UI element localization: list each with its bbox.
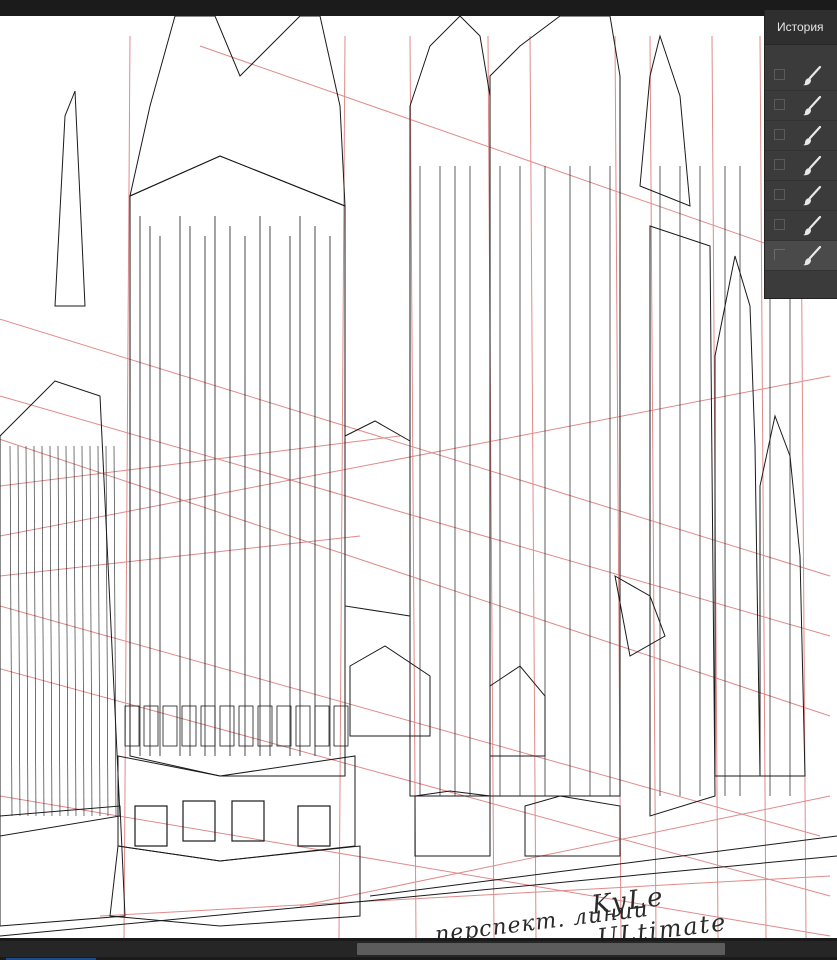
central-tower-spires — [129, 16, 346, 207]
perspective-guide-line — [0, 435, 401, 487]
statue-niche — [143, 705, 159, 747]
left-base — [0, 805, 126, 927]
relief-panel — [134, 805, 168, 847]
horizontal-scrollbar[interactable] — [0, 941, 837, 957]
history-list — [765, 61, 837, 271]
distant-spire — [759, 414, 806, 777]
perspective-guide-line — [199, 45, 831, 267]
brush-icon — [803, 215, 822, 236]
history-item[interactable] — [765, 151, 837, 181]
perspective-guide-line — [649, 35, 657, 938]
history-snapshot-checkbox[interactable] — [774, 99, 785, 110]
brush-icon — [803, 185, 822, 206]
tall-pinnacle — [639, 34, 691, 207]
statue-niche — [276, 705, 292, 747]
history-snapshot-checkbox[interactable] — [774, 129, 785, 140]
perspective-guide-line — [123, 35, 131, 938]
history-panel: История — [764, 10, 837, 299]
left-building-line — [17, 445, 21, 817]
history-snapshot-checkbox[interactable] — [774, 189, 785, 200]
perspective-guide-line — [0, 375, 831, 537]
bottom-status-bar — [0, 938, 837, 960]
statue-niche — [238, 705, 254, 747]
statue-niche — [124, 705, 140, 747]
left-building-line — [33, 445, 37, 817]
brush-icon — [803, 155, 822, 176]
statue-niche — [314, 705, 330, 747]
left-building-line — [9, 445, 13, 817]
brush-icon — [803, 95, 822, 116]
history-snapshot-checkbox[interactable] — [774, 69, 785, 80]
history-item[interactable] — [765, 91, 837, 121]
perspective-guide-line — [0, 318, 831, 577]
history-item[interactable] — [765, 61, 837, 91]
left-building-line — [49, 445, 53, 817]
perspective-guide-line — [0, 438, 831, 717]
history-item[interactable] — [765, 121, 837, 151]
drawing-canvas[interactable]: ...перспект. линии KyLe ULtimate — [0, 16, 837, 938]
right-buttress-block — [489, 16, 621, 797]
left-building-line — [97, 445, 101, 817]
statue-niche — [162, 705, 178, 747]
history-snapshot-checkbox[interactable] — [774, 249, 785, 260]
left-building-line — [105, 445, 109, 817]
perspective-guide-line — [0, 395, 831, 637]
left-building-line — [65, 445, 69, 817]
tower-base-plinth — [117, 755, 356, 862]
balcony — [614, 575, 666, 657]
portal-arch — [349, 645, 431, 737]
left-building-line — [81, 445, 85, 817]
top-toolbar-strip — [0, 0, 837, 16]
far-right-spire — [714, 255, 761, 777]
gothic-window — [344, 420, 411, 617]
left-building-line — [25, 445, 29, 817]
left-building-line — [73, 445, 77, 817]
history-panel-title[interactable]: История — [765, 10, 837, 45]
history-snapshot-checkbox[interactable] — [774, 159, 785, 170]
history-item[interactable] — [765, 181, 837, 211]
statue-niche — [181, 705, 197, 747]
perspective-guide-line — [299, 795, 831, 907]
pier-base-block — [414, 790, 491, 857]
ground-line — [369, 835, 837, 897]
left-building-line — [57, 445, 61, 817]
left-building-line — [41, 445, 45, 817]
history-item-current[interactable] — [765, 241, 837, 271]
brush-icon — [803, 65, 822, 86]
relief-panel — [182, 800, 216, 842]
brush-icon — [803, 245, 822, 266]
brush-icon — [803, 125, 822, 146]
history-snapshot-checkbox[interactable] — [774, 219, 785, 230]
left-spire — [54, 90, 86, 307]
perspective-guide-line — [338, 35, 346, 938]
history-item[interactable] — [765, 211, 837, 241]
relief-panel — [297, 805, 331, 847]
relief-panel — [231, 800, 265, 842]
statue-niche — [295, 705, 311, 747]
left-building-line — [113, 445, 117, 817]
scrollbar-thumb[interactable] — [357, 943, 725, 955]
portal-arch — [489, 665, 546, 757]
cathedral-line-drawing — [0, 16, 837, 938]
statue-niche — [219, 705, 235, 747]
